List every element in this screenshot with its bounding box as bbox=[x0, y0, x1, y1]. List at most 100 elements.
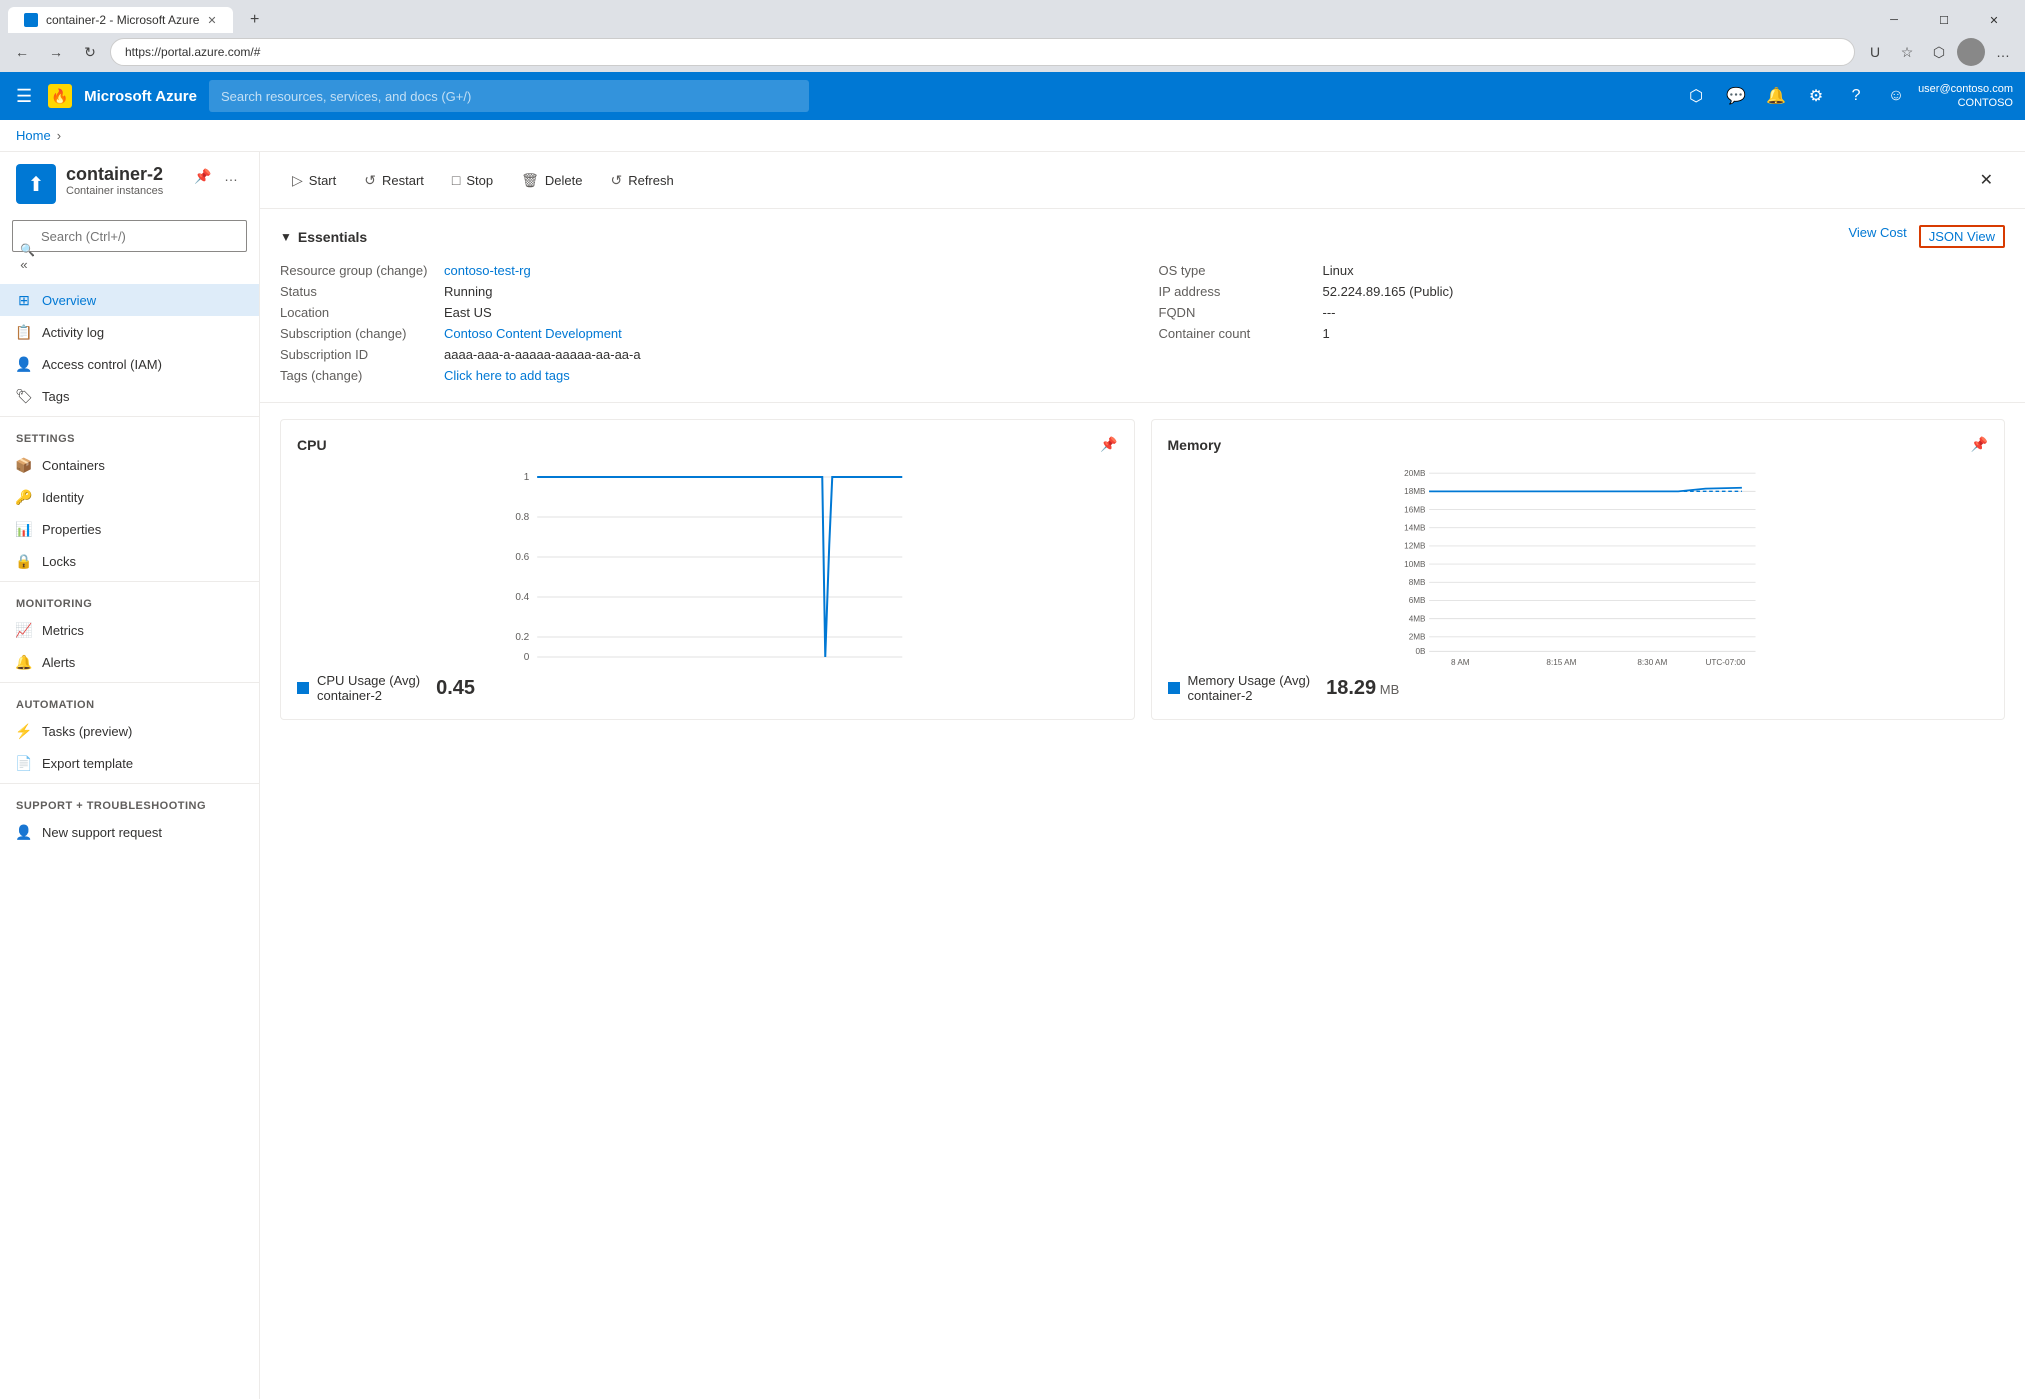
sidebar-item-metrics[interactable]: 📈 Metrics bbox=[0, 614, 259, 646]
view-cost-link[interactable]: View Cost bbox=[1848, 225, 1906, 248]
minimize-button[interactable]: ─ bbox=[1871, 6, 1917, 34]
tab-close-button[interactable]: ✕ bbox=[207, 14, 216, 27]
smiley-icon[interactable]: ☺ bbox=[1878, 78, 1914, 114]
sidebar-item-identity[interactable]: 🔑 Identity bbox=[0, 481, 259, 513]
notifications-icon[interactable]: 🔔 bbox=[1758, 78, 1794, 114]
close-panel-button[interactable]: ✕ bbox=[1968, 162, 2005, 198]
sidebar-item-export-template[interactable]: 📄 Export template bbox=[0, 747, 259, 779]
tags-change-link[interactable]: (change) bbox=[311, 368, 362, 383]
essentials-section: ▼ Essentials View Cost JSON View Resourc… bbox=[260, 209, 2025, 403]
sidebar-search-input[interactable] bbox=[12, 220, 247, 252]
user-profile-button[interactable] bbox=[1957, 38, 1985, 66]
global-search-input[interactable] bbox=[209, 80, 809, 112]
svg-text:0: 0 bbox=[524, 652, 530, 663]
cpu-legend-text: CPU Usage (Avg) container-2 bbox=[317, 673, 420, 703]
charts-section: CPU 📌 1 0.8 0.6 0.4 0.2 0 bbox=[260, 403, 2025, 736]
cpu-chart-value: 0.45 bbox=[436, 677, 475, 699]
profile-icon[interactable]: U bbox=[1861, 38, 1889, 66]
memory-pin-icon[interactable]: 📌 bbox=[1971, 436, 1988, 453]
containers-icon: 📦 bbox=[16, 457, 32, 473]
svg-text:16MB: 16MB bbox=[1404, 505, 1426, 514]
more-options-icon[interactable]: … bbox=[1989, 38, 2017, 66]
cpu-pin-icon[interactable]: 📌 bbox=[1100, 436, 1117, 453]
user-account-button[interactable]: user@contoso.com CONTOSO bbox=[1918, 82, 2013, 111]
sidebar-item-containers[interactable]: 📦 Containers bbox=[0, 449, 259, 481]
memory-chart-title: Memory bbox=[1168, 437, 1222, 453]
locks-icon: 🔒 bbox=[16, 553, 32, 569]
start-icon: ▷ bbox=[292, 172, 303, 189]
delete-button[interactable]: 🗑 Delete bbox=[509, 162, 594, 198]
stop-button[interactable]: □ Stop bbox=[440, 162, 505, 198]
rg-change-link[interactable]: (change) bbox=[376, 263, 427, 278]
sidebar-toggle-icon[interactable]: ☰ bbox=[12, 82, 36, 111]
memory-legend-sublabel: container-2 bbox=[1188, 688, 1311, 703]
svg-text:8MB: 8MB bbox=[1408, 578, 1425, 587]
memory-chart-svg: 20MB 18MB 16MB 14MB 12MB 10MB 8MB 6MB 4M… bbox=[1168, 465, 1989, 665]
sidebar-item-label-identity: Identity bbox=[42, 490, 84, 505]
memory-legend-label: Memory Usage (Avg) bbox=[1188, 673, 1311, 688]
back-button[interactable]: ← bbox=[8, 38, 36, 66]
sidebar-item-access-control[interactable]: 👤 Access control (IAM) bbox=[0, 348, 259, 380]
json-view-link[interactable]: JSON View bbox=[1919, 225, 2005, 248]
new-tab-button[interactable]: + bbox=[241, 6, 269, 34]
restore-button[interactable]: ☐ bbox=[1921, 6, 1967, 34]
sub-change-link[interactable]: (change) bbox=[355, 326, 406, 341]
sidebar-item-properties[interactable]: 📊 Properties bbox=[0, 513, 259, 545]
essentials-left-column: Resource group (change) contoso-test-rg … bbox=[280, 260, 1127, 386]
address-bar[interactable]: https://portal.azure.com/# bbox=[110, 38, 1855, 66]
more-resource-button[interactable]: … bbox=[219, 164, 243, 188]
breadcrumb-home[interactable]: Home bbox=[16, 128, 51, 143]
overview-icon: ⊞ bbox=[16, 292, 32, 308]
essentials-key-os: OS type bbox=[1159, 263, 1319, 278]
window-controls: ─ ☐ ✕ bbox=[1871, 6, 2017, 34]
sidebar-item-overview[interactable]: ⊞ Overview bbox=[0, 284, 259, 316]
essentials-value-sub-id: aaaa-aaa-a-aaaaa-aaaaa-aa-aa-a bbox=[444, 347, 641, 362]
sidebar-item-label-alerts: Alerts bbox=[42, 655, 75, 670]
memory-legend-text: Memory Usage (Avg) container-2 bbox=[1188, 673, 1311, 703]
essentials-row-container-count: Container count 1 bbox=[1159, 323, 2006, 344]
cpu-chart-footer: CPU Usage (Avg) container-2 0.45 bbox=[297, 673, 1118, 703]
tasks-icon: ⚡ bbox=[16, 723, 32, 739]
collections-icon[interactable]: ⬡ bbox=[1925, 38, 1953, 66]
browser-chrome: container-2 - Microsoft Azure ✕ + ─ ☐ ✕ bbox=[0, 0, 2025, 34]
sidebar-item-tasks[interactable]: ⚡ Tasks (preview) bbox=[0, 715, 259, 747]
sidebar-item-new-support[interactable]: 👤 New support request bbox=[0, 816, 259, 848]
restart-button[interactable]: ↺ Restart bbox=[352, 162, 436, 198]
rg-value-link[interactable]: contoso-test-rg bbox=[444, 263, 531, 278]
cloud-shell-icon[interactable]: ⬡ bbox=[1678, 78, 1714, 114]
browser-tab[interactable]: container-2 - Microsoft Azure ✕ bbox=[8, 7, 233, 33]
essentials-value-tags: Click here to add tags bbox=[444, 368, 570, 383]
pin-resource-button[interactable]: 📌 bbox=[191, 164, 215, 188]
sidebar-item-label-metrics: Metrics bbox=[42, 623, 84, 638]
cpu-chart-header: CPU 📌 bbox=[297, 436, 1118, 453]
close-button[interactable]: ✕ bbox=[1971, 6, 2017, 34]
export-template-icon: 📄 bbox=[16, 755, 32, 771]
refresh-button[interactable]: ↺ Refresh bbox=[598, 162, 685, 198]
sub-value-link[interactable]: Contoso Content Development bbox=[444, 326, 622, 341]
svg-text:8:30 AM: 8:30 AM bbox=[1637, 658, 1667, 665]
sidebar-item-tags[interactable]: 🏷 Tags bbox=[0, 380, 259, 412]
essentials-key-fqdn: FQDN bbox=[1159, 305, 1319, 320]
sidebar-item-activity-log[interactable]: 📋 Activity log bbox=[0, 316, 259, 348]
forward-button[interactable]: → bbox=[42, 38, 70, 66]
start-button[interactable]: ▷ Start bbox=[280, 162, 348, 198]
settings-icon[interactable]: ⚙ bbox=[1798, 78, 1834, 114]
memory-legend-box bbox=[1168, 682, 1180, 694]
sidebar-item-alerts[interactable]: 🔔 Alerts bbox=[0, 646, 259, 678]
sidebar-item-locks[interactable]: 🔒 Locks bbox=[0, 545, 259, 577]
essentials-collapse-icon[interactable]: ▼ bbox=[280, 230, 292, 244]
help-icon[interactable]: ? bbox=[1838, 78, 1874, 114]
sidebar-item-label-activity-log: Activity log bbox=[42, 325, 104, 340]
add-tags-link[interactable]: Click here to add tags bbox=[444, 368, 570, 383]
favorites-icon[interactable]: ☆ bbox=[1893, 38, 1921, 66]
reload-button[interactable]: ↻ bbox=[76, 38, 104, 66]
browser-toolbar-icons: U ☆ ⬡ … bbox=[1861, 38, 2017, 66]
feedback-icon[interactable]: 💬 bbox=[1718, 78, 1754, 114]
essentials-key-status: Status bbox=[280, 284, 440, 299]
memory-chart-card: Memory 📌 20MB 18MB 16MB 14MB 12MB 10MB 8… bbox=[1151, 419, 2006, 720]
essentials-value-ip: 52.224.89.165 (Public) bbox=[1323, 284, 1454, 299]
start-label: Start bbox=[309, 173, 336, 188]
memory-chart-unit: MB bbox=[1380, 682, 1400, 697]
topbar-icons: ⬡ 💬 🔔 ⚙ ? ☺ user@contoso.com CONTOSO bbox=[1678, 78, 2013, 114]
activity-log-icon: 📋 bbox=[16, 324, 32, 340]
